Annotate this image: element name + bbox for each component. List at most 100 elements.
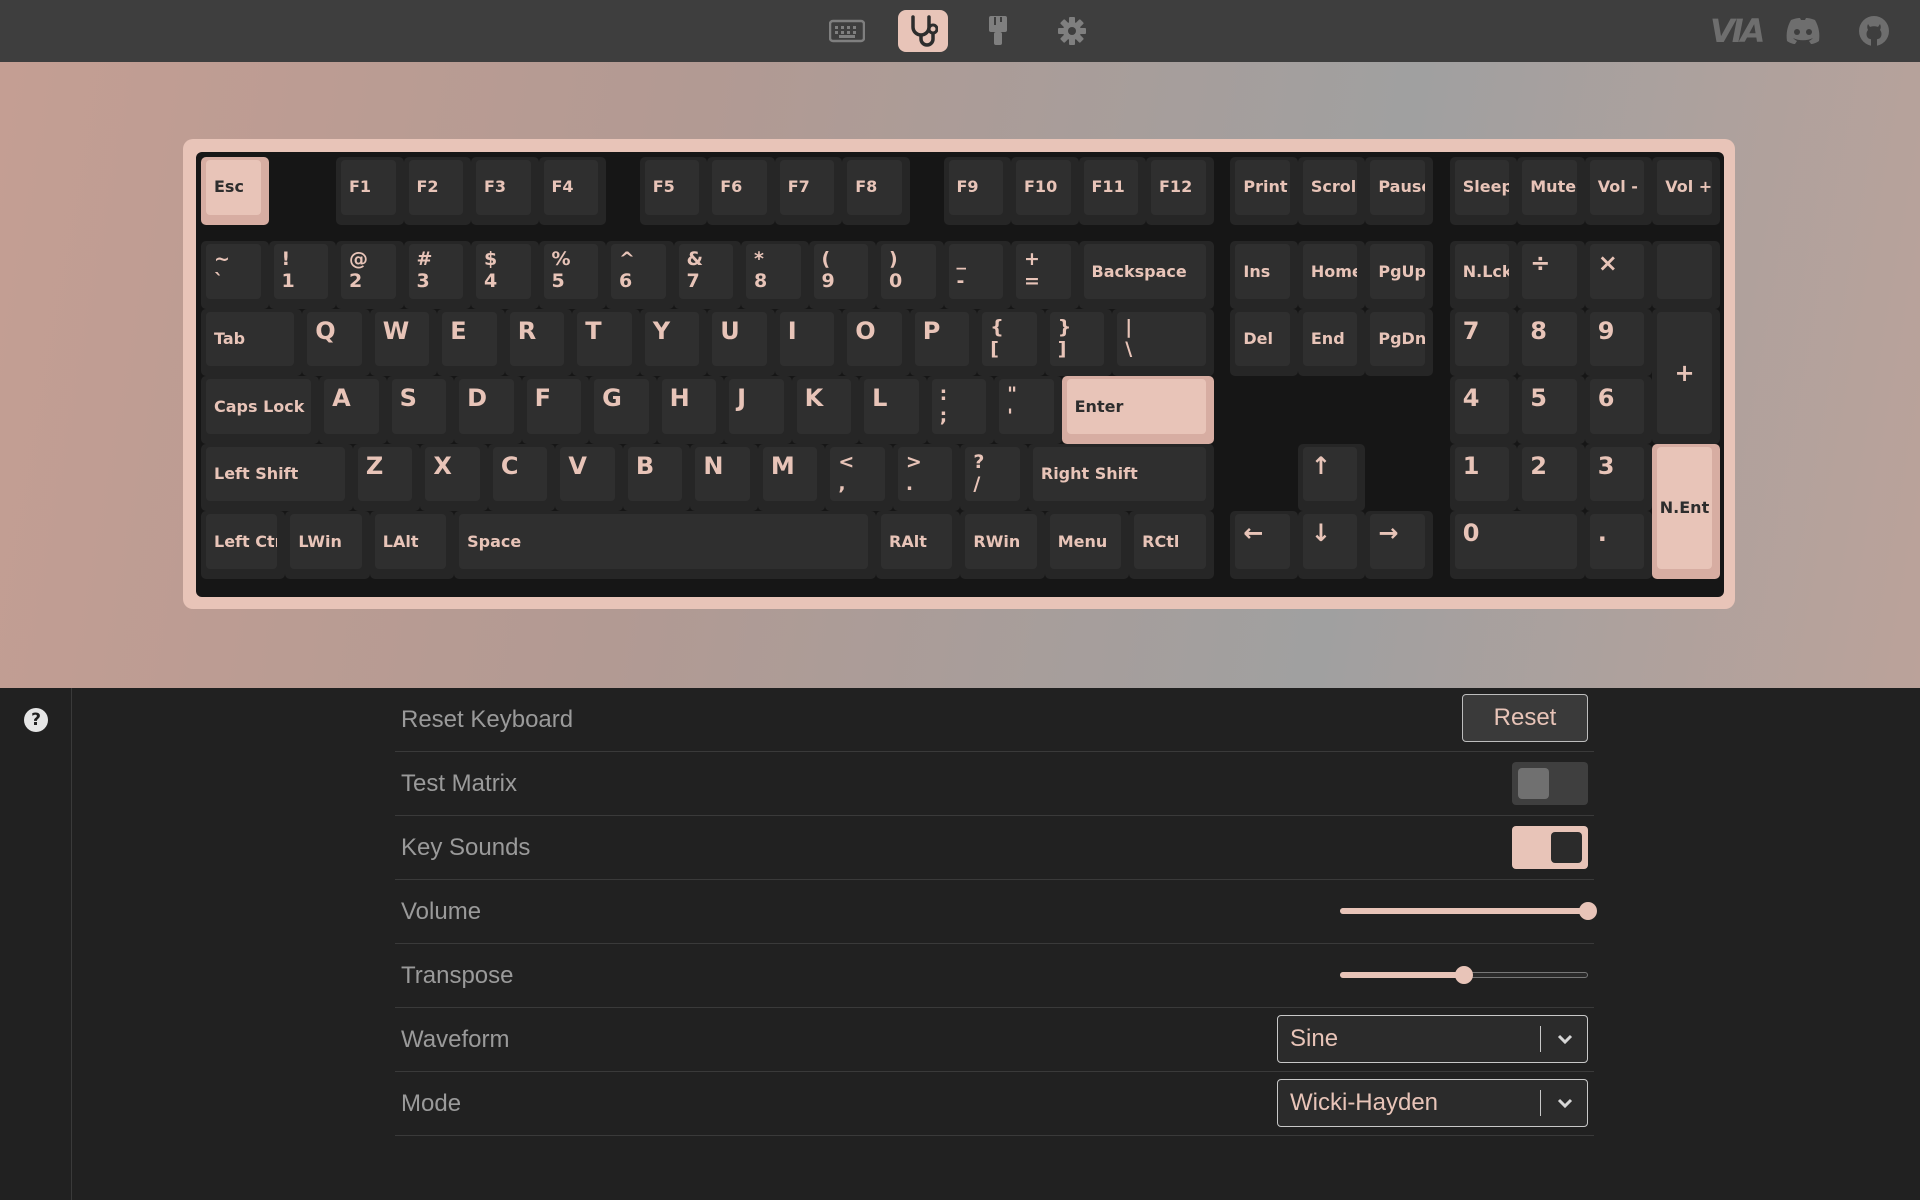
key-y[interactable]: Y xyxy=(639,308,708,377)
key-numlock[interactable]: N.Lck xyxy=(1449,241,1518,309)
key-minus[interactable]: _ - xyxy=(943,241,1011,309)
chevron-down-icon[interactable] xyxy=(1553,1028,1577,1050)
key-h[interactable]: H xyxy=(656,376,725,444)
key-k[interactable]: K xyxy=(791,376,860,444)
key-6[interactable]: ^ 6 xyxy=(606,241,674,309)
key-f3[interactable]: F3 xyxy=(471,157,539,225)
key-kp-div[interactable]: ÷ xyxy=(1517,241,1585,309)
key-z[interactable]: Z xyxy=(352,443,421,512)
discord-icon[interactable] xyxy=(1785,12,1821,50)
key-rctrl[interactable]: RCtl xyxy=(1129,511,1214,579)
key-kp9[interactable]: 9 xyxy=(1584,308,1653,377)
key-comma[interactable]: < , xyxy=(825,443,893,512)
key-kp4[interactable]: 4 xyxy=(1449,376,1518,444)
key-m[interactable]: M xyxy=(757,443,826,512)
key-kp3[interactable]: 3 xyxy=(1584,443,1653,512)
key-kp8[interactable]: 8 xyxy=(1517,308,1585,377)
key-backslash[interactable]: | \ xyxy=(1112,308,1214,377)
key-f7[interactable]: F7 xyxy=(774,157,843,225)
key-grave[interactable]: ~ ` xyxy=(201,241,269,309)
key-e[interactable]: E xyxy=(437,308,505,377)
key-del[interactable]: Del xyxy=(1230,308,1298,377)
key-p[interactable]: P xyxy=(909,308,978,377)
key-1[interactable]: ! 1 xyxy=(268,241,336,309)
key-ralt[interactable]: RAlt xyxy=(876,511,961,579)
key-f4[interactable]: F4 xyxy=(538,157,606,225)
key-scroll[interactable]: Scroll xyxy=(1297,157,1366,225)
key-esc[interactable]: Esc xyxy=(201,157,269,225)
key-i[interactable]: I xyxy=(774,308,843,377)
question-circle-icon[interactable]: ? xyxy=(24,708,48,732)
key-menu[interactable]: Menu xyxy=(1044,511,1130,579)
key-pause[interactable]: Pause xyxy=(1365,157,1433,225)
key-f1[interactable]: F1 xyxy=(336,157,404,225)
key-kp-blank[interactable] xyxy=(1652,241,1720,309)
key-q[interactable]: Q xyxy=(302,308,370,377)
key-sounds-toggle[interactable] xyxy=(1512,826,1588,869)
key-kp6[interactable]: 6 xyxy=(1584,376,1653,444)
key-a[interactable]: A xyxy=(319,376,387,444)
key-down[interactable]: ↓ xyxy=(1297,511,1366,579)
key-end[interactable]: End xyxy=(1297,308,1366,377)
key-kp2[interactable]: 2 xyxy=(1517,443,1585,512)
key-lshift[interactable]: Left Shift xyxy=(201,443,353,512)
key-print[interactable]: Print xyxy=(1230,157,1298,225)
key-kp7[interactable]: 7 xyxy=(1449,308,1518,377)
key-backspace[interactable]: Backspace xyxy=(1078,241,1214,309)
keyboard-icon[interactable] xyxy=(822,10,872,52)
key-ins[interactable]: Ins xyxy=(1230,241,1298,309)
key-caps[interactable]: Caps Lock xyxy=(201,376,320,444)
waveform-select[interactable]: Sine xyxy=(1277,1015,1588,1063)
key-7[interactable]: & 7 xyxy=(673,241,741,309)
transpose-slider[interactable] xyxy=(1340,966,1588,984)
test-matrix-toggle[interactable] xyxy=(1512,762,1588,805)
key-3[interactable]: # 3 xyxy=(403,241,471,309)
via-logo[interactable]: VIA xyxy=(1710,12,1765,50)
key-lctrl[interactable]: Left Ctrl xyxy=(201,511,286,579)
key-f9[interactable]: F9 xyxy=(943,157,1011,225)
key-n[interactable]: N xyxy=(690,443,758,512)
key-rbracket[interactable]: } ] xyxy=(1044,308,1113,377)
key-kp-plus[interactable]: + xyxy=(1652,308,1720,444)
key-rshift[interactable]: Right Shift xyxy=(1027,443,1214,512)
key-x[interactable]: X xyxy=(420,443,488,512)
key-f6[interactable]: F6 xyxy=(707,157,775,225)
key-o[interactable]: O xyxy=(842,308,910,377)
key-lalt[interactable]: LAlt xyxy=(369,511,455,579)
key-pgup[interactable]: PgUp xyxy=(1365,241,1433,309)
key-vol-down[interactable]: Vol - xyxy=(1584,157,1653,225)
key-l[interactable]: L xyxy=(859,376,927,444)
key-period[interactable]: > . xyxy=(892,443,961,512)
slider-thumb[interactable] xyxy=(1579,902,1597,920)
key-j[interactable]: J xyxy=(724,376,792,444)
key-space[interactable]: Space xyxy=(454,511,876,579)
key-mute[interactable]: Mute xyxy=(1517,157,1585,225)
key-sleep[interactable]: Sleep xyxy=(1449,157,1518,225)
key-2[interactable]: @ 2 xyxy=(336,241,404,309)
key-quote[interactable]: " ' xyxy=(994,376,1062,444)
key-left[interactable]: ← xyxy=(1230,511,1298,579)
key-semicolon[interactable]: : ; xyxy=(926,376,995,444)
key-9[interactable]: ( 9 xyxy=(808,241,876,309)
key-f8[interactable]: F8 xyxy=(842,157,910,225)
reset-button[interactable]: Reset xyxy=(1462,694,1588,742)
key-8[interactable]: * 8 xyxy=(741,241,809,309)
key-f12[interactable]: F12 xyxy=(1146,157,1214,225)
key-w[interactable]: W xyxy=(369,308,438,377)
key-right[interactable]: → xyxy=(1365,511,1433,579)
key-kp-dot[interactable]: . xyxy=(1584,511,1653,579)
slider-thumb[interactable] xyxy=(1455,966,1473,984)
key-4[interactable]: $ 4 xyxy=(471,241,539,309)
stethoscope-icon[interactable] xyxy=(898,10,948,52)
key-r[interactable]: R xyxy=(504,308,573,377)
key-f2[interactable]: F2 xyxy=(403,157,471,225)
key-c[interactable]: C xyxy=(487,443,556,512)
key-kp5[interactable]: 5 xyxy=(1517,376,1585,444)
paintbrush-icon[interactable] xyxy=(973,10,1023,52)
key-u[interactable]: U xyxy=(707,308,775,377)
key-lbracket[interactable]: { [ xyxy=(977,308,1045,377)
key-s[interactable]: S xyxy=(386,376,455,444)
key-tab[interactable]: Tab xyxy=(201,308,303,377)
gear-icon[interactable] xyxy=(1047,10,1097,52)
volume-slider[interactable] xyxy=(1340,902,1597,920)
